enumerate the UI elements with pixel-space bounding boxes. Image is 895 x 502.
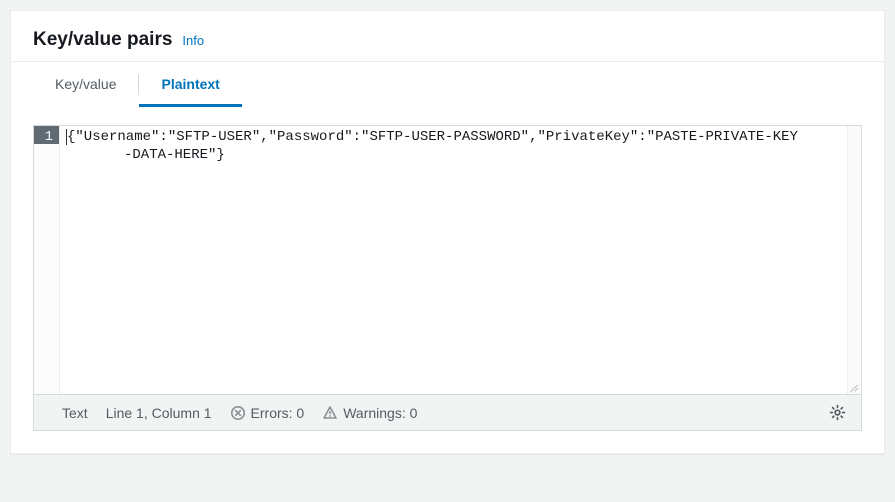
key-value-pairs-panel: Key/value pairs Info Key/value Plaintext… (10, 10, 885, 454)
code-editor: 1 {"Username":"SFTP-USER","Password":"SF… (33, 125, 862, 431)
warning-icon (322, 405, 338, 421)
error-icon (230, 405, 246, 421)
status-mode: Text (62, 405, 88, 421)
fold-column (847, 126, 861, 394)
editor-status-bar: Text Line 1, Column 1 Errors: 0 (34, 394, 861, 430)
tab-plaintext[interactable]: Plaintext (139, 62, 241, 107)
tab-key-value[interactable]: Key/value (33, 62, 138, 107)
tabs: Key/value Plaintext (11, 62, 884, 107)
status-errors: Errors: 0 (230, 405, 305, 421)
status-warnings-text: Warnings: 0 (343, 405, 417, 421)
code-content-line1: {"Username":"SFTP-USER","Password":"SFTP… (67, 129, 798, 145)
tab-label: Plaintext (161, 76, 219, 92)
resize-handle[interactable] (845, 378, 859, 392)
editor-settings-button[interactable] (823, 399, 851, 427)
gear-icon (829, 404, 846, 421)
line-gutter: 1 (34, 126, 60, 394)
status-cursor-position: Line 1, Column 1 (106, 405, 212, 421)
tab-label: Key/value (55, 76, 116, 92)
panel-title: Key/value pairs (33, 29, 172, 51)
line-number: 1 (34, 126, 59, 144)
panel-header: Key/value pairs Info (11, 11, 884, 62)
info-link[interactable]: Info (182, 33, 204, 48)
editor-body[interactable]: 1 {"Username":"SFTP-USER","Password":"SF… (34, 126, 861, 394)
code-textarea[interactable]: {"Username":"SFTP-USER","Password":"SFTP… (60, 126, 847, 394)
editor-container: 1 {"Username":"SFTP-USER","Password":"SF… (11, 107, 884, 453)
status-warnings: Warnings: 0 (322, 405, 417, 421)
status-errors-text: Errors: 0 (251, 405, 305, 421)
code-content-line2: -DATA-HERE"} (66, 147, 225, 163)
